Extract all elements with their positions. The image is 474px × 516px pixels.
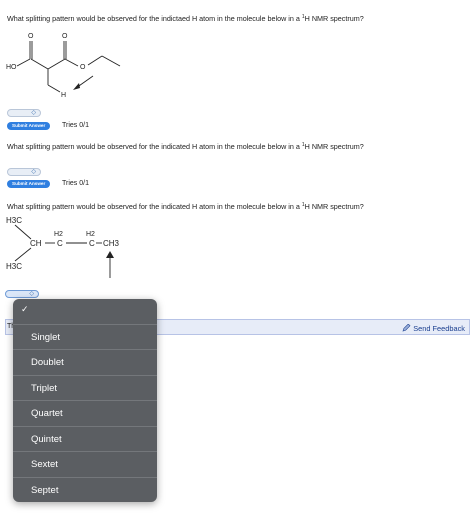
chevron-updown-icon: ◇ (31, 169, 36, 175)
tries-counter-2: Tries 0/1 (62, 180, 89, 187)
submit-answer-button-1[interactable]: Submit Answer (7, 122, 51, 130)
question-1-text: What splitting pattern would be observed… (7, 14, 364, 23)
atom-h-indicated: H (61, 92, 66, 99)
answer-select-3[interactable]: ◇ (5, 290, 39, 298)
group-h3c-top: H3C (6, 216, 22, 225)
atom-o-1: O (28, 33, 34, 40)
atom-ho: HO (6, 64, 17, 71)
label-h2-a: H2 (54, 231, 63, 238)
molecule-1-structure: O O O HO H (6, 33, 121, 99)
pencil-icon (402, 324, 411, 332)
option-sextet[interactable]: Sextet (13, 451, 157, 476)
atom-o-2: O (62, 33, 68, 40)
molecule-3-structure: H3C CH H2 C H2 C CH3 H3C (6, 216, 120, 278)
answer-select-1[interactable]: ◇ (7, 109, 41, 117)
question-2-text: What splitting pattern would be observed… (7, 142, 364, 151)
atom-c-b: C (89, 239, 95, 248)
atom-o-3: O (80, 64, 86, 71)
question-3-text: What splitting pattern would be observed… (7, 202, 364, 211)
label-h2-b: H2 (86, 231, 95, 238)
option-quartet[interactable]: Quartet (13, 400, 157, 425)
option-septet[interactable]: Septet (13, 477, 157, 502)
group-ch: CH (30, 239, 42, 248)
send-feedback-link[interactable]: Send Feedback (402, 323, 465, 333)
checkmark-icon: ✓ (21, 304, 29, 314)
option-quintet[interactable]: Quintet (13, 426, 157, 451)
chevron-updown-icon: ◇ (31, 110, 36, 116)
group-h3c-bottom: H3C (6, 262, 22, 271)
submit-answer-button-2[interactable]: Submit Answer (7, 180, 51, 188)
option-doublet[interactable]: Doublet (13, 349, 157, 374)
option-triplet[interactable]: Triplet (13, 375, 157, 400)
group-ch3: CH3 (103, 239, 120, 248)
answer-dropdown-menu[interactable]: ✓ Singlet Doublet Triplet Quartet Quinte… (13, 299, 157, 502)
answer-select-2[interactable]: ◇ (7, 168, 41, 176)
atom-c-a: C (57, 239, 63, 248)
chevron-updown-icon: ◇ (29, 291, 34, 297)
option-singlet[interactable]: Singlet (13, 324, 157, 349)
tries-counter-1: Tries 0/1 (62, 122, 89, 129)
send-feedback-label: Send Feedback (413, 324, 465, 333)
